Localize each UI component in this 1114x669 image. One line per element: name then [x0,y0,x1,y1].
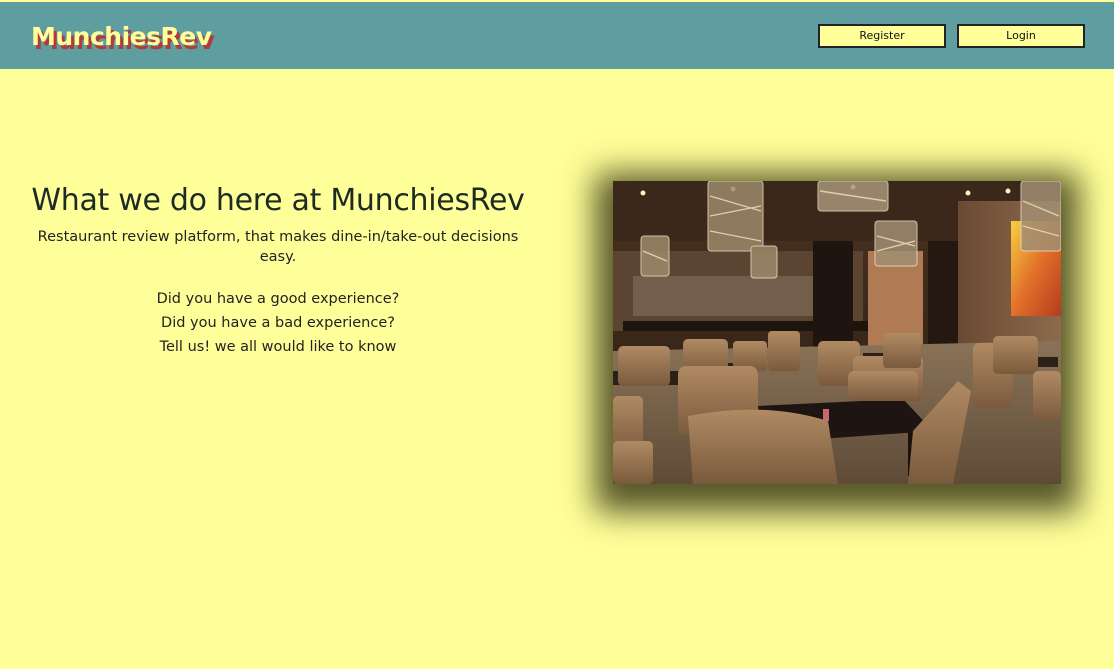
tell-us-line: Tell us! we all would like to know [159,339,397,355]
tagline-text: Restaurant review platform, that makes d… [37,229,519,265]
call-to-action-lines: Did you have a good experience? Did you … [18,287,538,359]
page-heading: What we do here at MunchiesRev [31,183,525,218]
top-navigation-bar: MunchiesRev Register Login [0,2,1114,69]
restaurant-interior-photo [613,181,1061,484]
login-button[interactable]: Login [957,24,1085,48]
brand-logo[interactable]: MunchiesRev [31,22,212,52]
register-button[interactable]: Register [818,24,946,48]
restaurant-photo-illustration [613,181,1061,484]
bad-experience-line: Did you have a bad experience? [161,315,395,331]
good-experience-line: Did you have a good experience? [156,291,400,307]
intro-section: What we do here at MunchiesRev Restauran… [18,183,538,359]
